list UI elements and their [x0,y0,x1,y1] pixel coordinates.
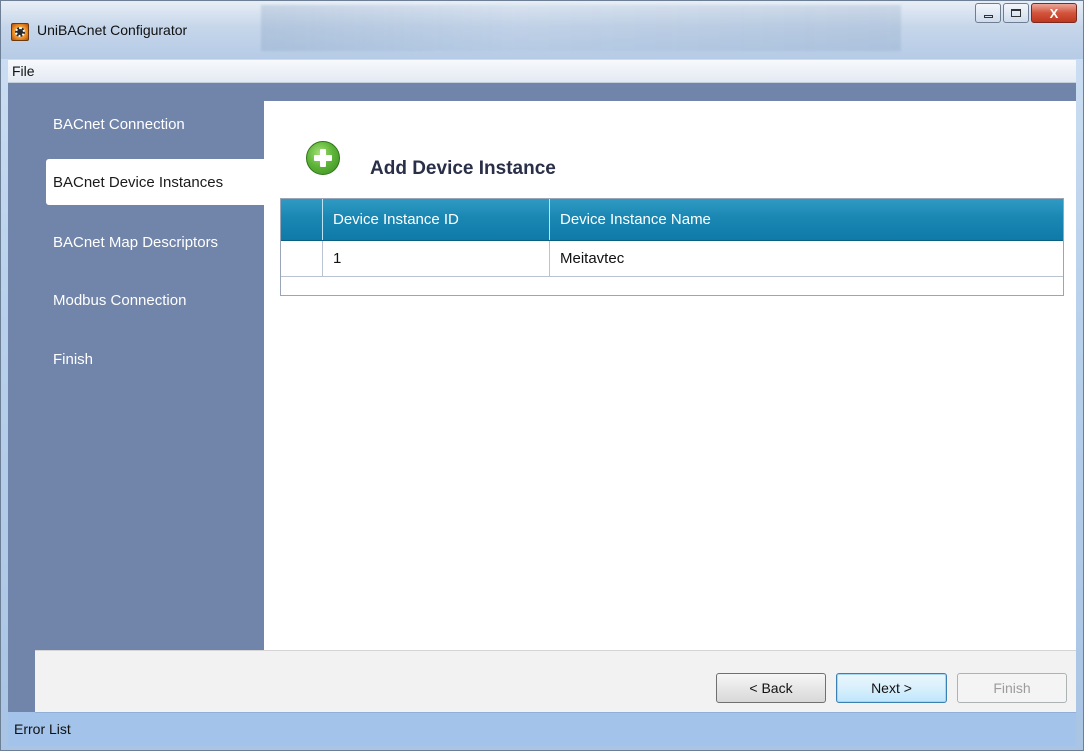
sidebar-item-label: BACnet Device Instances [53,173,224,191]
title-bar[interactable]: UniBACnet Configurator X [1,1,1083,59]
sidebar-item-modbus-connection[interactable]: Modbus Connection [35,277,264,323]
sidebar-item-label: Modbus Connection [53,291,187,309]
sidebar-item-bacnet-map-descriptors[interactable]: BACnet Map Descriptors [35,219,264,265]
minimize-icon [983,14,993,18]
finish-button[interactable]: Finish [957,673,1067,703]
wizard-footer: < Back Next > Finish [35,650,1076,712]
column-header-device-instance-id[interactable]: Device Instance ID [323,199,550,240]
main-panel: Add Device Instance Device Instance ID D… [264,101,1076,650]
device-instance-grid: Device Instance ID Device Instance Name … [280,198,1064,296]
sidebar-item-bacnet-device-instances[interactable]: BACnet Device Instances [46,159,264,205]
close-icon: X [1049,5,1059,21]
maximize-icon [1011,9,1021,17]
wizard-sidebar: BACnet Connection BACnet Device Instance… [35,101,264,650]
sidebar-item-label: BACnet Connection [53,115,185,133]
row-selector[interactable] [281,241,323,276]
column-header-device-instance-name[interactable]: Device Instance Name [550,199,1063,240]
top-strip [35,83,1076,101]
left-gutter [8,83,35,712]
device-instance-id-cell[interactable]: 1 [323,241,550,276]
error-list-label[interactable]: Error List [14,721,71,737]
window-title: UniBACnet Configurator [37,22,188,38]
sidebar-item-label: BACnet Map Descriptors [53,233,219,251]
app-gear-icon [11,23,29,41]
sidebar-item-bacnet-connection[interactable]: BACnet Connection [35,101,264,147]
table-row[interactable]: 1 Meitavtec [281,241,1063,277]
menu-bar: File [8,60,1076,83]
row-selector-header[interactable] [281,199,323,240]
close-button[interactable]: X [1031,3,1077,23]
error-list-bar[interactable]: Error List [14,712,1076,746]
title-bar-background [261,5,901,51]
back-button[interactable]: < Back [716,673,826,703]
next-button[interactable]: Next > [836,673,947,703]
sidebar-item-label: Finish [53,350,94,368]
app-window: UniBACnet Configurator X File BACnet Con… [0,0,1084,751]
device-instance-name-cell[interactable]: Meitavtec [550,241,1063,276]
section-title[interactable]: Add Device Instance [370,158,556,180]
add-icon[interactable] [306,141,340,175]
menu-file[interactable]: File [12,63,35,79]
sidebar-item-finish[interactable]: Finish [35,336,264,382]
grid-header: Device Instance ID Device Instance Name [281,199,1063,241]
window-controls: X [975,3,1077,23]
client-area: BACnet Connection BACnet Device Instance… [8,83,1076,746]
minimize-button[interactable] [975,3,1001,23]
maximize-button[interactable] [1003,3,1029,23]
